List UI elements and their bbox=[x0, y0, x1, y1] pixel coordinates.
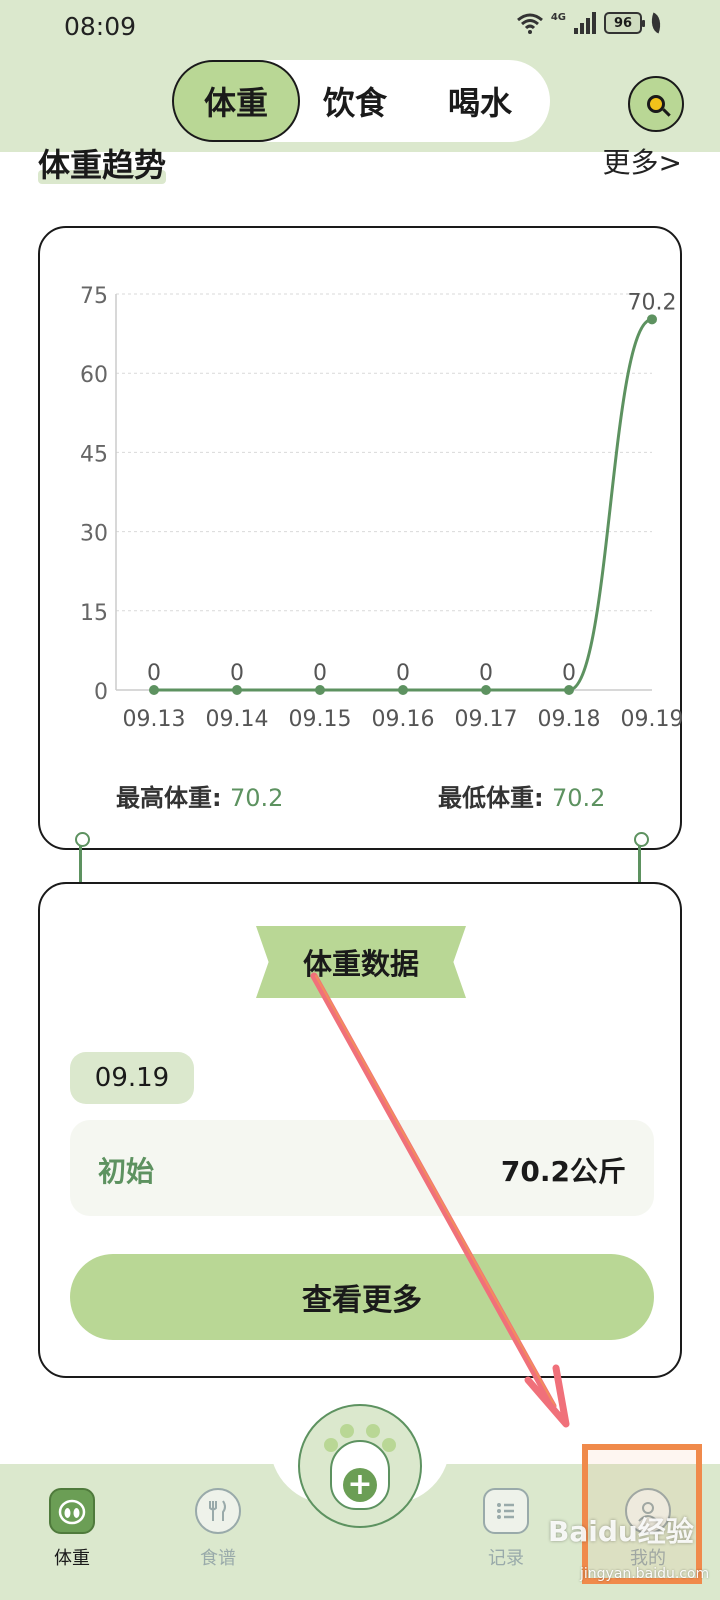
section-title: 体重趋势 bbox=[38, 142, 167, 188]
watermark-url: jingyan.baidu.com bbox=[580, 1566, 710, 1582]
x-tick-label: 09.17 bbox=[455, 707, 518, 732]
data-label: 0 bbox=[562, 661, 576, 686]
record-value: 70.2公斤 bbox=[500, 1155, 626, 1188]
y-tick-label: 75 bbox=[80, 284, 108, 309]
weight-trend-card: 0 15 30 45 60 75 09.13 09.14 09.15 09.16 09.17 09.1… bbox=[38, 226, 684, 850]
view-more-button[interactable]: 查看更多 bbox=[70, 1254, 654, 1340]
data-point bbox=[481, 685, 491, 695]
tab-diet[interactable]: 饮食 bbox=[300, 60, 410, 142]
x-tick-label: 09.19 bbox=[621, 707, 684, 732]
status-time: 08:09 bbox=[64, 12, 137, 41]
search-button[interactable] bbox=[628, 76, 684, 132]
y-tick-label: 0 bbox=[94, 680, 108, 705]
tab-water[interactable]: 喝水 bbox=[410, 60, 550, 142]
list-icon bbox=[483, 1488, 529, 1534]
max-weight-label: 最高体重: bbox=[116, 784, 222, 812]
wifi-icon bbox=[516, 13, 543, 34]
record-date-badge: 09.19 bbox=[70, 1052, 194, 1104]
battery-icon: 96 bbox=[604, 12, 645, 34]
data-label: 0 bbox=[230, 661, 244, 686]
record-label: 初始 bbox=[98, 1155, 155, 1188]
data-point bbox=[149, 685, 159, 695]
data-point bbox=[398, 685, 408, 695]
y-tick-label: 45 bbox=[80, 442, 108, 467]
nav-label-recipes: 食谱 bbox=[200, 1548, 236, 1569]
signal-icon bbox=[574, 12, 596, 34]
scale-icon bbox=[49, 1488, 95, 1534]
paw-add-icon: + bbox=[318, 1418, 402, 1514]
search-icon bbox=[647, 95, 665, 113]
nav-item-recipes[interactable]: 食谱 bbox=[168, 1488, 268, 1570]
add-record-button[interactable]: + bbox=[298, 1404, 422, 1528]
nav-label-records: 记录 bbox=[488, 1548, 524, 1569]
data-point bbox=[564, 685, 574, 695]
y-tick-label: 60 bbox=[80, 363, 108, 388]
data-label: 0 bbox=[313, 661, 327, 686]
x-tick-label: 09.15 bbox=[289, 707, 352, 732]
data-label: 0 bbox=[479, 661, 493, 686]
nav-item-records[interactable]: 记录 bbox=[456, 1488, 556, 1570]
y-tick-label: 15 bbox=[80, 601, 108, 626]
data-label: 0 bbox=[396, 661, 410, 686]
battery-level: 96 bbox=[613, 15, 633, 31]
series-line bbox=[154, 317, 653, 692]
status-icons: 4G 96 bbox=[516, 11, 665, 34]
data-label: 0 bbox=[147, 661, 161, 686]
x-tick-label: 09.13 bbox=[123, 707, 186, 732]
leaf-icon bbox=[647, 12, 665, 34]
data-point bbox=[315, 685, 325, 695]
data-point bbox=[232, 685, 242, 695]
tab-weight[interactable]: 体重 bbox=[172, 60, 300, 142]
weight-data-card: 体重数据 09.19 初始 70.2公斤 查看更多 bbox=[38, 882, 682, 1378]
watermark-logo: Baidu经验 bbox=[548, 1515, 694, 1548]
nav-label-weight: 体重 bbox=[54, 1548, 90, 1569]
max-weight: 最高体重: 70.2 bbox=[116, 778, 283, 813]
min-weight-value: 70.2 bbox=[551, 784, 606, 812]
weight-record-row[interactable]: 初始 70.2公斤 bbox=[70, 1120, 654, 1216]
section-title-text: 体重趋势 bbox=[38, 146, 167, 184]
data-label: 70.2 bbox=[628, 290, 677, 315]
min-weight-label: 最低体重: bbox=[438, 784, 544, 812]
x-tick-label: 09.14 bbox=[206, 707, 269, 732]
weight-trend-chart: 0 15 30 45 60 75 09.13 09.14 09.15 09.16 09.17 09.1… bbox=[80, 284, 684, 732]
top-header: 08:09 4G 96 体重 饮食 喝水 bbox=[0, 0, 720, 152]
x-tick-label: 09.18 bbox=[538, 707, 601, 732]
network-label: 4G bbox=[550, 11, 566, 23]
fork-knife-icon bbox=[195, 1488, 241, 1534]
min-weight: 最低体重: 70.2 bbox=[438, 778, 605, 813]
weight-data-ribbon: 体重数据 bbox=[256, 926, 466, 998]
nav-item-weight[interactable]: 体重 bbox=[22, 1488, 122, 1570]
x-tick-label: 09.16 bbox=[372, 707, 435, 732]
top-tabs: 体重 饮食 喝水 bbox=[172, 60, 550, 142]
max-weight-value: 70.2 bbox=[229, 784, 284, 812]
data-point bbox=[647, 314, 657, 325]
more-link[interactable]: 更多> bbox=[603, 142, 682, 184]
y-tick-label: 30 bbox=[80, 522, 108, 547]
